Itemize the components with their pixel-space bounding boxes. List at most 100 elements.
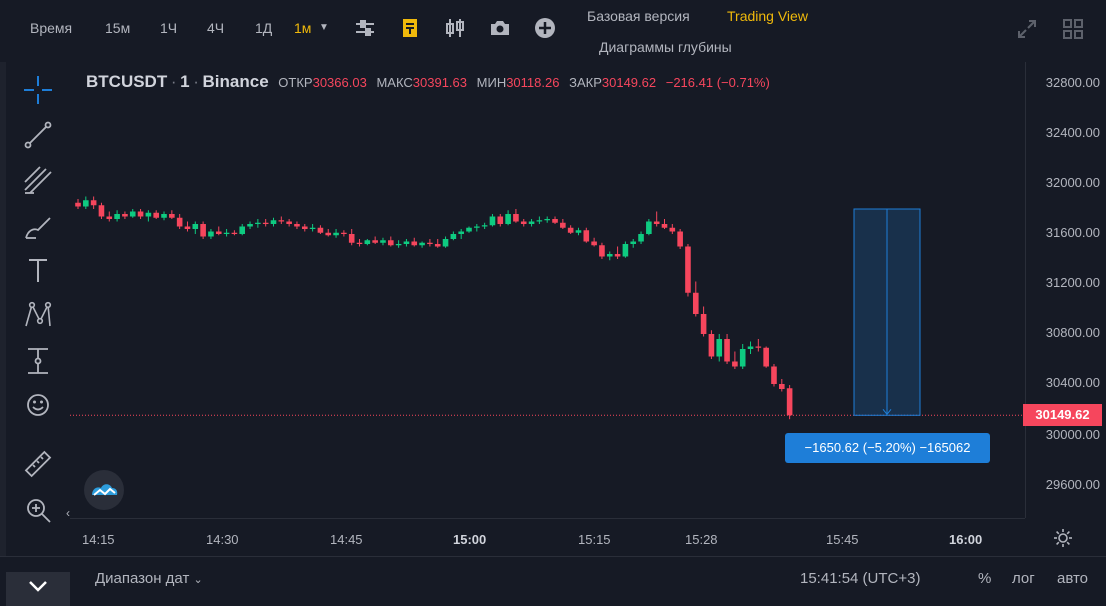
fib-tool-icon[interactable] <box>22 164 54 196</box>
candle <box>646 219 652 236</box>
time-tick: 16:00 <box>949 532 983 547</box>
emoji-icon[interactable] <box>22 389 54 421</box>
clock-display[interactable]: 15:41:54 (UTC+3) <box>800 570 920 587</box>
candle <box>208 229 214 239</box>
candle <box>669 224 676 234</box>
price-tick: 31200.00 <box>1045 275 1100 290</box>
candles-icon[interactable] <box>443 16 467 40</box>
candle <box>779 379 785 392</box>
time-axis[interactable]: 14:15 14:30 14:45 15:00 15:15 15:28 15:4… <box>70 518 1025 556</box>
candle <box>231 230 238 236</box>
left-edge-strip <box>0 62 6 582</box>
candle <box>450 231 457 241</box>
measure-result-label: −1650.62 (−5.20%) −165062 <box>785 433 990 463</box>
candle <box>622 241 629 258</box>
measure-tool-icon[interactable] <box>22 345 54 377</box>
interval-active-button[interactable]: 1м <box>294 20 311 36</box>
camera-icon[interactable] <box>488 16 512 40</box>
tradingview-logo-button[interactable] <box>84 470 124 510</box>
candle <box>692 281 699 317</box>
candle <box>630 239 637 248</box>
candle <box>169 210 175 219</box>
percent-scale-toggle[interactable]: % <box>978 570 991 587</box>
candle <box>732 351 738 369</box>
interval-4h-button[interactable]: 4Ч <box>207 20 224 36</box>
collapse-panel-button[interactable] <box>6 572 70 606</box>
interval-15m-button[interactable]: 15м <box>105 20 130 36</box>
candle <box>262 219 269 227</box>
candle <box>763 346 769 368</box>
candle <box>215 226 222 236</box>
legend-sep: · <box>170 72 177 91</box>
candle <box>333 229 339 238</box>
price-axis[interactable]: 32800.00 32400.00 32000.00 31600.00 3120… <box>1025 62 1106 518</box>
indicators-icon[interactable] <box>353 16 377 40</box>
legend-close-label: ЗАКР <box>569 75 602 90</box>
price-tick: 29600.00 <box>1045 477 1100 492</box>
candle <box>661 219 668 229</box>
candle <box>419 241 425 248</box>
candle <box>677 229 683 249</box>
fullscreen-icon[interactable] <box>1016 18 1040 42</box>
candle <box>114 210 120 222</box>
candle <box>427 239 433 247</box>
candle <box>145 210 152 222</box>
zoom-in-icon[interactable] <box>22 494 54 526</box>
candle <box>716 334 723 362</box>
candle <box>278 216 285 224</box>
candle <box>520 219 527 227</box>
candle <box>192 221 199 234</box>
candle <box>614 246 621 259</box>
brush-icon[interactable] <box>22 210 54 242</box>
candle <box>129 209 136 218</box>
candle <box>286 219 292 227</box>
candle <box>153 210 159 219</box>
legend-low-label: МИН <box>476 75 507 90</box>
layout-grid-icon[interactable] <box>1062 18 1086 42</box>
candle <box>325 229 332 237</box>
interval-1h-button[interactable]: 1Ч <box>160 20 177 36</box>
candle <box>528 219 535 227</box>
date-range-button[interactable]: Диапазон дат ⌄ <box>95 570 203 587</box>
candle <box>161 211 167 221</box>
price-tick: 30400.00 <box>1045 375 1100 390</box>
candle <box>372 236 378 244</box>
trend-line-icon[interactable] <box>22 119 54 151</box>
pattern-tool-icon[interactable] <box>22 299 54 331</box>
log-scale-toggle[interactable]: лог <box>1012 570 1035 587</box>
candle <box>341 230 347 237</box>
interval-1d-button[interactable]: 1Д <box>255 20 272 36</box>
candle <box>747 341 754 354</box>
text-tool-icon[interactable] <box>22 254 54 286</box>
candle <box>653 211 660 227</box>
tab-tradingview[interactable]: Trading View <box>727 8 808 24</box>
legend-symbol: BTCUSDT <box>86 72 168 91</box>
price-tick: 32000.00 <box>1045 175 1100 190</box>
candle <box>771 364 777 387</box>
interval-dropdown-icon[interactable]: ▼ <box>319 22 329 33</box>
crosshair-icon[interactable] <box>22 74 54 106</box>
candle <box>434 239 441 248</box>
settings-icon[interactable] <box>1053 528 1073 548</box>
chart-type-icon[interactable] <box>398 16 422 40</box>
time-tick: 14:15 <box>82 532 115 547</box>
time-tick: 15:28 <box>685 532 718 547</box>
candle <box>270 217 277 227</box>
candle <box>497 214 504 227</box>
legend-change-value: −216.41 (−0.71%) <box>665 75 770 90</box>
tab-basic[interactable]: Базовая версия <box>587 8 690 24</box>
auto-scale-toggle[interactable]: авто <box>1057 570 1088 587</box>
tab-depth[interactable]: Диаграммы глубины <box>599 39 732 55</box>
candle <box>239 224 246 236</box>
time-label-button[interactable]: Время <box>30 20 72 36</box>
add-icon[interactable] <box>533 16 557 40</box>
price-tick: 32400.00 <box>1045 125 1100 140</box>
last-price-badge: 30149.62 <box>1023 404 1102 426</box>
candle <box>599 242 605 259</box>
ruler-icon[interactable] <box>22 448 54 480</box>
candle <box>388 236 394 247</box>
time-tick: 15:45 <box>826 532 859 547</box>
candle <box>395 240 402 248</box>
chevron-down-icon <box>29 581 47 592</box>
legend-open-value: 30366.03 <box>312 75 367 90</box>
